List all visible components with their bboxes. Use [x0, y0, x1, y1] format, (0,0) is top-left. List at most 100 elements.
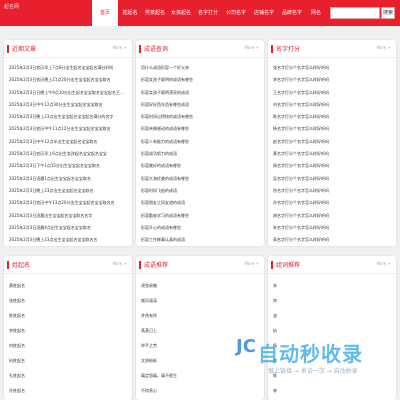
nav-boy[interactable]: 男孩起名 — [142, 0, 168, 26]
list-item[interactable]: 用什么成语形容一个好父亲 — [141, 62, 259, 74]
list-item[interactable]: 张名字打分个名字怎么样好听吗 — [273, 62, 391, 74]
list-item[interactable]: 形容美好的成语有哪些 — [141, 160, 259, 172]
list-item[interactable]: 赵名字打分个名字怎么样好听吗 — [273, 136, 391, 148]
list-item[interactable]: 井然有序 — [141, 308, 259, 323]
list-item[interactable]: 形容女孩子聪明的成语有哪些 — [141, 74, 259, 86]
title-accent — [271, 45, 273, 53]
more-link[interactable]: More + — [112, 45, 127, 50]
list-item[interactable]: 形容女孩子聪明漂亮的成语 — [141, 87, 259, 99]
panel-idioms: 成语查询 More + 用什么成语形容一个好父亲 形容女孩子聪明的成语有哪些 形… — [136, 40, 264, 246]
list-item[interactable]: 2025年2月3日农历中午11点12分出生宝宝起名宝宝取名 — [9, 123, 127, 135]
nav-girl[interactable]: 女孩起名 — [168, 0, 194, 26]
title-accent — [139, 45, 141, 53]
nav-shop[interactable]: 店铺名字 — [250, 0, 278, 26]
list-item[interactable]: 李名字打分个名字怎么样好听吗 — [273, 74, 391, 86]
list-item[interactable]: 胡名字打分个名字怎么样好听吗 — [273, 210, 391, 222]
list-item[interactable]: 改弦易辙 — [141, 278, 259, 293]
list-item[interactable]: 陈姓起名 — [9, 308, 127, 323]
list-score: 张名字打分个名字怎么样好听吗 李名字打分个名字怎么样好听吗 王名字打分个名字怎么… — [273, 62, 391, 246]
more-link[interactable]: More + — [376, 45, 391, 50]
list-item[interactable]: 黄名字打分个名字怎么样好听吗 — [273, 148, 391, 160]
list-surname: 黄姓起名 张姓起名 陈姓起名 李姓起名 何姓起名 杭姓起名 孔姓起名 孙姓起名 — [9, 278, 127, 398]
list-item[interactable]: 形容勤奋学习的成语有哪些 — [141, 210, 259, 222]
panel-recent: 近期文章 More + 2025年2月3日农历早上7点8分出生起名宝宝起名满分好… — [4, 40, 132, 246]
list-item[interactable]: 2025年2月3日晚上23点出生宝宝起名宝宝取名 — [9, 185, 127, 197]
header-bar: 起名网 首页 姓起名 男孩起名 女孩起名 名字打分 公司名字 店铺名字 品牌名字… — [0, 0, 400, 26]
list-item[interactable]: 朱名字打分个名字怎么样好听吗 — [273, 222, 391, 234]
panel-title: 组词推荐 — [276, 262, 301, 269]
list-item[interactable]: 2025年2月3日凌晨1点出生宝宝起名宝宝取名 — [9, 173, 127, 185]
list-item[interactable]: 朱 — [273, 278, 391, 293]
list-item[interactable]: 2025年2月3日中午12点半出生宝宝起名宝宝取名 — [9, 136, 127, 148]
panel-title: 名字打分 — [276, 46, 301, 53]
list-recent: 2025年2月3日农历早上7点8分出生起名宝宝起名满分好听 2025年2月3日农… — [9, 62, 127, 246]
nav-brand[interactable]: 品牌名字 — [278, 0, 306, 26]
watermark-tagline: 做上链接 → 来访一次 → 自动收录 — [268, 368, 358, 375]
list-item[interactable]: 高名字打分个名字怎么样好听吗 — [273, 234, 391, 246]
list-item[interactable]: 威风凛凛 — [141, 293, 259, 308]
panel-title: 成语查询 — [144, 46, 169, 53]
list-item[interactable]: 2025年2月3日晚上23点出生宝宝起名宝宝取名名 — [9, 234, 127, 246]
more-link[interactable]: More + — [376, 261, 391, 266]
panel-title: 成语推荐 — [144, 262, 169, 269]
more-link[interactable]: More + — [244, 261, 259, 266]
nav-netname[interactable]: 网名 — [306, 0, 326, 26]
list-item[interactable]: 孔姓起名 — [9, 368, 127, 383]
list-item[interactable]: 形容亲情感动的成语有哪些 — [141, 123, 259, 135]
nav-surname[interactable]: 姓起名 — [118, 0, 142, 26]
list-item[interactable]: 吴名字打分个名字怎么样好听吗 — [273, 173, 391, 185]
list-item[interactable]: 何姓起名 — [9, 338, 127, 353]
search-input[interactable] — [330, 7, 380, 19]
list-item[interactable]: 波 — [273, 308, 391, 323]
list-item[interactable]: 2025年2月3日农历中午13点20分出生宝宝起名宝宝取名名 — [9, 197, 127, 209]
list-item[interactable]: 杭姓起名 — [9, 353, 127, 368]
list-item[interactable]: 2025年2月3日晚上23点出生宝宝起名宝宝起名满分的名字 — [9, 111, 127, 123]
list-item[interactable]: 形容人有能力的成语有哪些 — [141, 136, 259, 148]
list-item[interactable]: 形容大海优美的成语有哪些 — [141, 173, 259, 185]
list-item[interactable]: 形容开心的成语有哪些 — [141, 222, 259, 234]
list-item[interactable]: 王名字打分个名字怎么样好听吗 — [273, 87, 391, 99]
list-item[interactable]: 2025年2月3日下午1点15分出生宝宝起名宝宝取名 — [9, 160, 127, 172]
title-accent — [7, 261, 9, 269]
list-item[interactable]: 2025年2月3日凌晨出生宝宝起名宝宝取名名字 — [9, 210, 127, 222]
list-item[interactable]: 李姓起名 — [9, 323, 127, 338]
list-item[interactable]: 林 — [273, 383, 391, 398]
list-item[interactable]: 刘名字打分个名字怎么样好听吗 — [273, 99, 391, 111]
list-item[interactable]: 2025年2月3日农历早上7点8分出生起名宝宝起名满分好听 — [9, 62, 127, 74]
list-item[interactable]: 张姓起名 — [9, 293, 127, 308]
watermark: JC 自动秒收录 做上链接 → 来访一次 → 自动收录 — [232, 336, 392, 380]
title-accent — [271, 261, 273, 269]
watermark-brand: 自动秒收录 — [258, 342, 363, 366]
list-item[interactable]: 2025年2月3日农历晚上21点20分出生宝宝起名宝宝取名 — [9, 74, 127, 86]
list-item[interactable]: 周名字打分个名字怎么样好听吗 — [273, 160, 391, 172]
list-item[interactable]: 形容朋友之间友谊的成语 — [141, 197, 259, 209]
list-item[interactable]: 孙姓起名 — [9, 383, 127, 398]
list-item[interactable]: 杨名字打分个名字怎么样好听吗 — [273, 123, 391, 135]
panel-score: 名字打分 More + 张名字打分个名字怎么样好听吗 李名字打分个名字怎么样好听… — [268, 40, 396, 246]
list-item[interactable]: 形容时间飞逝的成语 — [141, 185, 259, 197]
list-item[interactable]: 2025年2月3日中午12点30分出生宝宝起名宝宝取名 — [9, 99, 127, 111]
list-item[interactable]: 陈名字打分个名字怎么样好听吗 — [273, 111, 391, 123]
list-item[interactable]: 形容成功努力的成语 — [141, 148, 259, 160]
list-item[interactable]: 黄姓起名 — [9, 278, 127, 293]
list-item[interactable]: 不惊贵心 — [141, 383, 259, 398]
nav-company[interactable]: 公司名字 — [222, 0, 250, 26]
more-link[interactable]: More + — [112, 261, 127, 266]
list-item[interactable]: 2025年2月3日日晚上午9点10分出生起名宝宝取名宝宝起名王不同 — [9, 87, 127, 99]
list-item[interactable]: 形容时间过得快的成语有哪些 — [141, 111, 259, 123]
list-item[interactable]: 房 — [273, 293, 391, 308]
watermark-logo: JC — [236, 336, 256, 357]
search-button[interactable]: 搜索 — [381, 7, 395, 19]
list-item[interactable]: 孙名字打分个名字怎么样好听吗 — [273, 197, 391, 209]
list-item[interactable]: 形容好好西东西有哪些成语 — [141, 99, 259, 111]
list-item[interactable]: 2025年2月3日农历早上6点出生女孩起名宝宝起名宝宝 — [9, 148, 127, 160]
list-idioms: 用什么成语形容一个好父亲 形容女孩子聪明的成语有哪些 形容女孩子聪明漂亮的成语 … — [141, 62, 259, 246]
more-link[interactable]: More + — [244, 45, 259, 50]
list-item[interactable]: 形容工作做事认真的成语 — [141, 234, 259, 246]
site-logo[interactable]: 起名网 — [4, 3, 19, 10]
nav-score[interactable]: 名字打分 — [194, 0, 222, 26]
list-item[interactable]: 2025年2月3日凌晨4点出生宝宝起名宝宝取名 — [9, 222, 127, 234]
nav-home[interactable]: 首页 — [92, 0, 118, 26]
panel-surname: 姓起名 More + 黄姓起名 张姓起名 陈姓起名 李姓起名 何姓起名 杭姓起名… — [4, 256, 132, 400]
list-item[interactable]: 徐名字打分个名字怎么样好听吗 — [273, 185, 391, 197]
